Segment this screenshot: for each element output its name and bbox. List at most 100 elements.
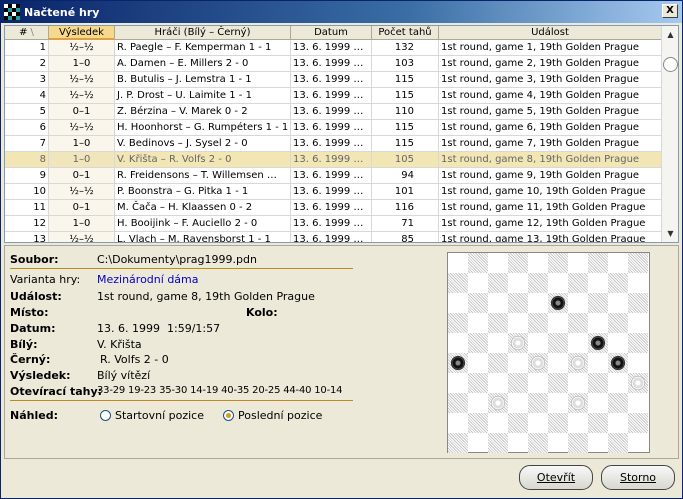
- event-cell: 1st round, game 5, 19th Golden Prague: [439, 104, 662, 119]
- open-button[interactable]: Otevřít: [519, 465, 593, 490]
- players-cell: R. Paegle – F. Kemperman 1 - 1: [115, 40, 291, 55]
- table-row[interactable]: 13 ½–½ L. Vlach – M. Ravensborst 1 - 1 13. …: [5, 232, 662, 242]
- board-square: [468, 313, 488, 333]
- column-header-event[interactable]: Událost: [439, 26, 662, 40]
- column-header-players[interactable]: Hráči (Bílý – Černý): [115, 26, 291, 40]
- board-square: [468, 373, 488, 393]
- column-header-date[interactable]: Datum: [291, 26, 372, 40]
- moves-cell: 94: [372, 168, 439, 183]
- date-cell: 13. 6. 1999 …: [291, 88, 372, 103]
- date-cell: 13. 6. 1999 …: [291, 136, 372, 151]
- board-square: [448, 273, 468, 293]
- table-row[interactable]: 1 ½–½ R. Paegle – F. Kemperman 1 - 1 13. 6.…: [5, 40, 662, 56]
- event-cell: 1st round, game 7, 19th Golden Prague: [439, 136, 662, 151]
- column-header-number[interactable]: # \: [5, 26, 49, 40]
- board-square: [588, 413, 608, 433]
- table-header: # \ Výsledek Hráči (Bílý – Černý) Datum P…: [5, 26, 662, 40]
- board-square: [548, 333, 568, 353]
- players-cell: M. Čača – H. Klaassen 0 - 2: [115, 200, 291, 215]
- table-row[interactable]: 10 ½–½ P. Boonstra – G. Pitka 1 - 1 13. 6. …: [5, 184, 662, 200]
- board-square: [468, 393, 488, 413]
- board-square: [448, 393, 468, 413]
- date-cell: 13. 6. 1999 …: [291, 72, 372, 87]
- row-number: 11: [5, 200, 49, 215]
- moves-cell: 115: [372, 136, 439, 151]
- board-square: [588, 353, 608, 373]
- board-square: [508, 253, 528, 273]
- event-cell: 1st round, game 8, 19th Golden Prague: [439, 152, 662, 167]
- table-row[interactable]: 11 0–1 M. Čača – H. Klaassen 0 - 2 13. 6. 1…: [5, 200, 662, 216]
- start-position-label[interactable]: Startovní pozice: [115, 409, 204, 422]
- event-label: Událost:: [10, 290, 62, 303]
- board-square: [608, 293, 628, 313]
- event-cell: 1st round, game 9, 19th Golden Prague: [439, 168, 662, 183]
- table-row[interactable]: 9 0–1 R. Freidensons – T. Willemsen … 13. 6…: [5, 168, 662, 184]
- vertical-scrollbar[interactable]: ▲ ▼: [661, 26, 678, 242]
- board-square: [528, 333, 548, 353]
- table-row[interactable]: 6 ½–½ H. Hoonhorst – G. Rumpéters 1 - 1 13.…: [5, 120, 662, 136]
- result-cell: ½–½: [49, 40, 115, 55]
- scroll-thumb[interactable]: [663, 57, 678, 72]
- table-row[interactable]: 8 1–0 V. Křišta – R. Volfs 2 - 0 13. 6. 199…: [5, 152, 662, 168]
- app-icon: [4, 4, 20, 20]
- moves-cell: 115: [372, 120, 439, 135]
- board-square: [488, 273, 508, 293]
- players-cell: H. Booijink – F. Auciello 2 - 0: [115, 216, 291, 231]
- scroll-up-icon[interactable]: ▲: [663, 27, 678, 42]
- players-cell: J. P. Drost – U. Laimite 1 - 1: [115, 88, 291, 103]
- moves-cell: 85: [372, 232, 439, 242]
- board-square: [628, 413, 648, 433]
- scroll-down-icon[interactable]: ▼: [663, 226, 678, 241]
- title-bar[interactable]: Načtené hry X: [1, 1, 682, 23]
- moves-cell: 71: [372, 216, 439, 231]
- event-cell: 1st round, game 11, 19th Golden Prague: [439, 200, 662, 215]
- row-number: 9: [5, 168, 49, 183]
- variant-value: Mezinárodní dáma: [97, 273, 199, 286]
- opening-moves-value: 33-29 19-23 35-30 14-19 40-35 20-25 44-4…: [97, 385, 343, 396]
- event-cell: 1st round, game 13, 19th Golden Prague: [439, 232, 662, 242]
- result-cell: 1–0: [49, 152, 115, 167]
- table-row[interactable]: 4 ½–½ J. P. Drost – U. Laimite 1 - 1 13. 6.…: [5, 88, 662, 104]
- date-cell: 13. 6. 1999 …: [291, 152, 372, 167]
- radio-start-position[interactable]: [100, 410, 111, 421]
- board-square: [628, 253, 648, 273]
- result-cell: ½–½: [49, 184, 115, 199]
- board-square: [608, 273, 628, 293]
- row-number: 6: [5, 120, 49, 135]
- radio-last-position[interactable]: [223, 410, 234, 421]
- event-cell: 1st round, game 12, 19th Golden Prague: [439, 216, 662, 231]
- black-piece-icon: [611, 356, 625, 370]
- board-square: [548, 433, 568, 453]
- table-row[interactable]: 2 1–0 A. Damen – E. Millers 2 - 0 13. 6. 19…: [5, 56, 662, 72]
- row-number: 7: [5, 136, 49, 151]
- board-square: [588, 373, 608, 393]
- row-number: 4: [5, 88, 49, 103]
- board-square: [508, 293, 528, 313]
- moves-cell: 132: [372, 40, 439, 55]
- board-square: [468, 273, 488, 293]
- board-square: [608, 253, 628, 273]
- board-square: [528, 413, 548, 433]
- close-button[interactable]: X: [662, 4, 678, 18]
- variant-label: Varianta hry:: [10, 273, 81, 286]
- board-square: [528, 293, 548, 313]
- board-square: [588, 313, 608, 333]
- board-square: [468, 353, 488, 373]
- table-row[interactable]: 7 1–0 V. Bedinovs – J. Sysel 2 - 0 13. 6. 1…: [5, 136, 662, 152]
- board-square: [548, 413, 568, 433]
- moves-cell: 115: [372, 88, 439, 103]
- date-cell: 13. 6. 1999 …: [291, 200, 372, 215]
- board-square: [608, 393, 628, 413]
- column-header-moves[interactable]: Počet tahů: [372, 26, 439, 40]
- column-header-result[interactable]: Výsledek: [49, 26, 115, 40]
- table-row[interactable]: 3 ½–½ B. Butulis – J. Lemstra 1 - 1 13. 6. …: [5, 72, 662, 88]
- white-piece-icon: [531, 356, 545, 370]
- table-row[interactable]: 12 1–0 H. Booijink – F. Auciello 2 - 0 13. …: [5, 216, 662, 232]
- board-square: [528, 433, 548, 453]
- last-position-label[interactable]: Poslední pozice: [238, 409, 322, 422]
- result-cell: 1–0: [49, 216, 115, 231]
- date-cell: 13. 6. 1999 …: [291, 168, 372, 183]
- loaded-games-window: Načtené hry X # \ Výsledek Hráči (Bílý – …: [0, 0, 683, 499]
- cancel-button[interactable]: Storno: [601, 465, 675, 490]
- table-row[interactable]: 5 0–1 Z. Bérzina – V. Marek 0 - 2 13. 6. 19…: [5, 104, 662, 120]
